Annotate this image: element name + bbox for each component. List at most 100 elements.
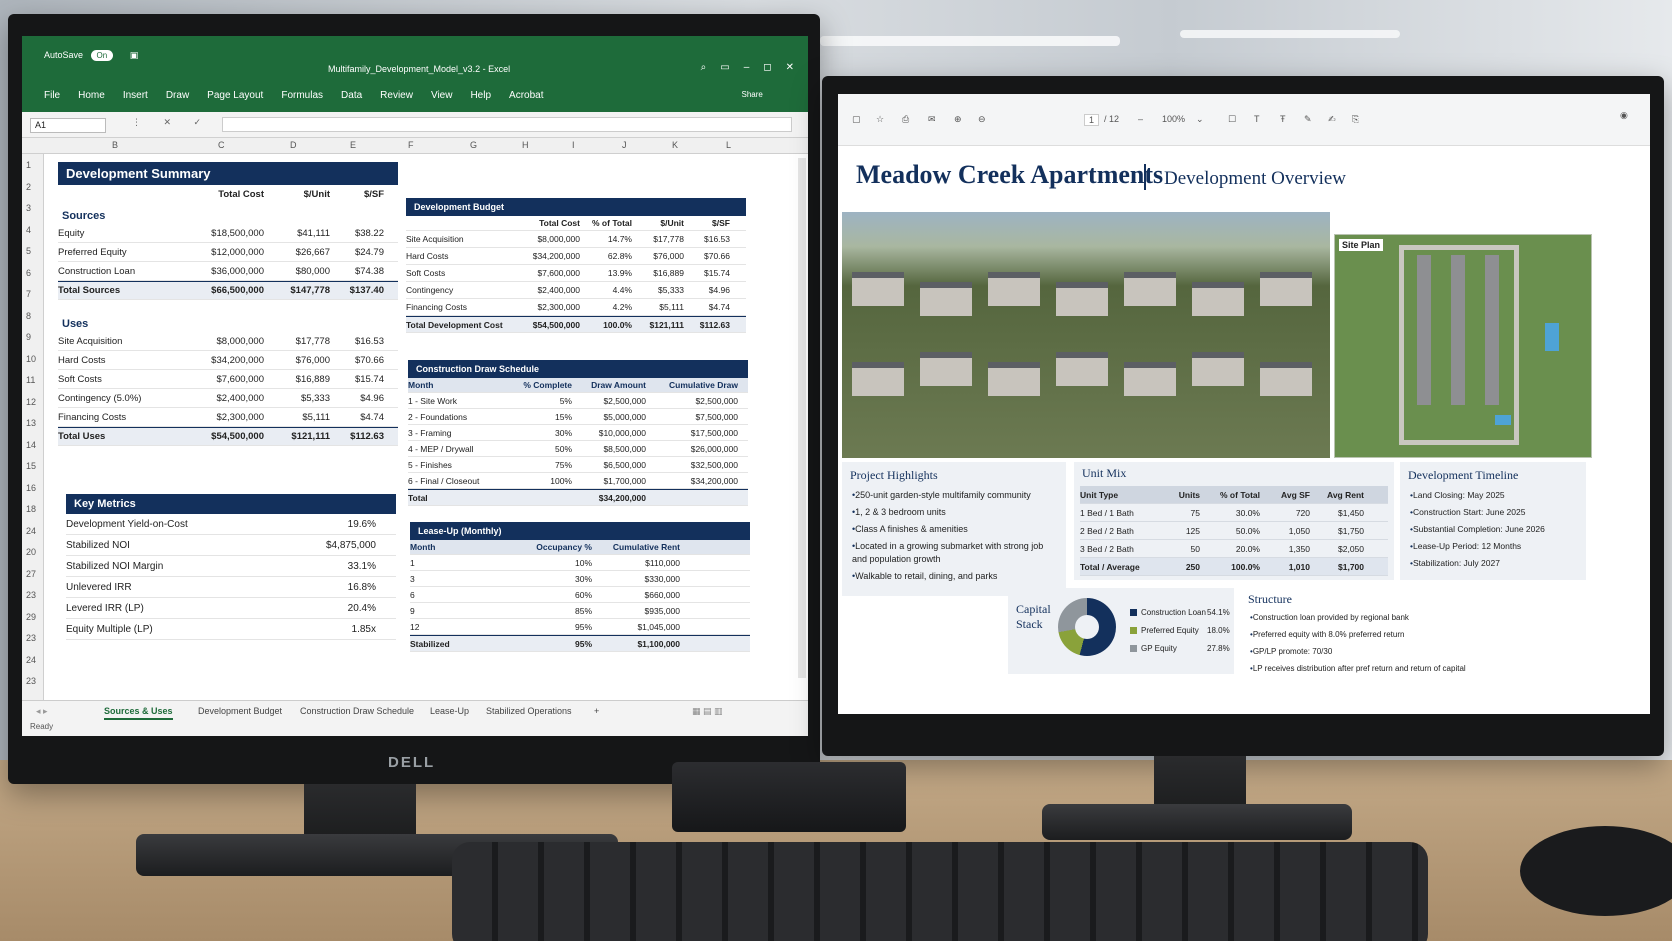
column-header[interactable]: D (290, 140, 297, 150)
draw-title: Construction Draw Schedule (408, 360, 748, 378)
row-header[interactable]: 13 (26, 418, 36, 428)
row-header[interactable]: 3 (26, 203, 31, 213)
menu-acrobat[interactable]: Acrobat (509, 90, 543, 101)
maximize-button[interactable]: ◻ (763, 62, 771, 73)
save-icon[interactable]: ▣ (130, 50, 139, 60)
zoom-out-icon[interactable]: ⊖ (978, 114, 986, 125)
formula-input[interactable] (222, 117, 792, 132)
pdf-toolbar: ▢ ☆ ⎙ ✉ ⊕ ⊖ 1 / 12 – 100% ⌄ ☐ T Ŧ ✎ ✍ ⎘ … (838, 94, 1650, 146)
column-header[interactable]: F (408, 140, 414, 150)
column-header[interactable]: K (672, 140, 678, 150)
row-header[interactable]: 1 (26, 160, 31, 170)
search-icon[interactable]: ⌕ (701, 62, 707, 73)
row-header[interactable]: 10 (26, 354, 36, 364)
column-header[interactable]: H (522, 140, 529, 150)
vertical-scrollbar[interactable] (798, 158, 806, 678)
row-header[interactable]: 20 (26, 547, 36, 557)
cell: 33.1% (347, 560, 376, 572)
share-button[interactable]: Share (742, 90, 763, 101)
tab-lease-up[interactable]: Lease-Up (430, 706, 469, 716)
chevron-down-icon[interactable]: ⌄ (1196, 114, 1204, 125)
menu-view[interactable]: View (431, 90, 453, 101)
settings-icon[interactable]: ◉ (1620, 110, 1628, 121)
tab-nav-icon[interactable]: ◂ ▸ (36, 706, 48, 717)
row-header[interactable]: 14 (26, 440, 36, 450)
row-header[interactable]: 11 (26, 375, 35, 385)
development-summary: Development Summary Total Cost $/Unit $/… (58, 162, 398, 446)
tab-sources-uses[interactable]: Sources & Uses (104, 706, 173, 720)
row-header[interactable]: 5 (26, 246, 31, 256)
cell: 13.9% (607, 268, 632, 278)
row-header[interactable]: 16 (26, 483, 36, 493)
sheet-grid[interactable]: B C D E F G H I J K L 1 2 3 4 5 6 7 8 9 10 11 12 13 1… (22, 138, 808, 700)
pen-icon[interactable]: ✎ (1304, 114, 1312, 125)
bookmark-icon[interactable]: ▢ (852, 114, 861, 125)
row-header[interactable]: 24 (26, 655, 36, 665)
tab-stabilized-ops[interactable]: Stabilized Operations (486, 706, 572, 716)
autosave-state: On (90, 50, 114, 61)
row-header[interactable]: 8 (26, 311, 31, 321)
row-header[interactable]: 23 (26, 633, 36, 643)
column-header[interactable]: G (470, 140, 477, 150)
menu-review[interactable]: Review (380, 90, 413, 101)
name-box[interactable]: A1 (30, 118, 106, 133)
column-header[interactable]: I (572, 140, 575, 150)
column-header[interactable]: C (218, 140, 225, 150)
row-header[interactable]: 7 (26, 289, 31, 299)
stamp-icon[interactable]: ⎘ (1352, 114, 1359, 125)
cell: $935,000 (644, 605, 680, 616)
menu-data[interactable]: Data (341, 90, 362, 101)
add-sheet-button[interactable]: + (594, 706, 599, 716)
row-header[interactable]: 6 (26, 268, 31, 278)
zoom-out-button[interactable]: – (1138, 114, 1143, 124)
zoom-level[interactable]: 100% (1162, 114, 1185, 124)
table-row: Financing Costs $2,300,000 $5,111 $4.74 (58, 408, 398, 427)
cell: Draw Amount (591, 380, 646, 390)
row-header[interactable]: 24 (26, 526, 36, 536)
structure-item: Preferred equity with 8.0% preferred ret… (1250, 628, 1576, 641)
row-header[interactable]: 27 (26, 569, 36, 579)
table-header: Total Cost % of Total $/Unit $/SF (406, 216, 746, 231)
tab-development-budget[interactable]: Development Budget (198, 706, 282, 716)
zoom-in-icon[interactable]: ⊕ (954, 114, 962, 125)
row-header[interactable]: 9 (26, 332, 31, 342)
row-header[interactable]: 4 (26, 225, 31, 235)
summary-title: Development Summary (58, 162, 398, 185)
menu-page-layout[interactable]: Page Layout (207, 90, 263, 101)
comment-icon[interactable]: ☐ (1228, 114, 1236, 125)
sign-icon[interactable]: ✍ (1328, 114, 1336, 125)
row-header[interactable]: 2 (26, 182, 31, 192)
minimize-button[interactable]: – (744, 62, 750, 73)
text-box-icon[interactable]: Ŧ (1280, 114, 1286, 124)
menu-formulas[interactable]: Formulas (281, 90, 323, 101)
text-icon[interactable]: T (1254, 114, 1260, 124)
view-mode-icons[interactable]: ▦ ▤ ▥ (692, 706, 723, 717)
row-header[interactable]: 15 (26, 461, 36, 471)
cell: 95% (574, 638, 592, 649)
menu-help[interactable]: Help (470, 90, 491, 101)
ribbon-display-icon[interactable]: ▭ (720, 62, 729, 73)
column-header[interactable]: E (350, 140, 356, 150)
column-header[interactable]: L (726, 140, 731, 150)
menu-draw[interactable]: Draw (166, 90, 189, 101)
cell: 2 Bed / 2 Bath (1080, 525, 1134, 536)
cell: $8,500,000 (603, 443, 646, 454)
autosave-toggle[interactable]: AutoSave On ▣ (44, 50, 138, 61)
menu-home[interactable]: Home (78, 90, 105, 101)
menu-insert[interactable]: Insert (123, 90, 148, 101)
row-header[interactable]: 23 (26, 590, 36, 600)
column-header[interactable]: J (622, 140, 627, 150)
row-header[interactable]: 29 (26, 612, 36, 622)
mail-icon[interactable]: ✉ (928, 114, 936, 125)
page-input[interactable]: 1 (1084, 114, 1100, 126)
row-header[interactable]: 12 (26, 397, 36, 407)
row-header[interactable]: 23 (26, 676, 36, 686)
close-button[interactable]: ✕ (786, 62, 794, 73)
highlight-item: 1, 2 & 3 bedroom units (852, 506, 1056, 519)
row-header[interactable]: 18 (26, 504, 36, 514)
column-header[interactable]: B (112, 140, 118, 150)
star-icon[interactable]: ☆ (876, 114, 884, 125)
tab-construction-draw[interactable]: Construction Draw Schedule (300, 706, 414, 716)
print-icon[interactable]: ⎙ (902, 114, 909, 125)
menu-file[interactable]: File (44, 90, 60, 101)
